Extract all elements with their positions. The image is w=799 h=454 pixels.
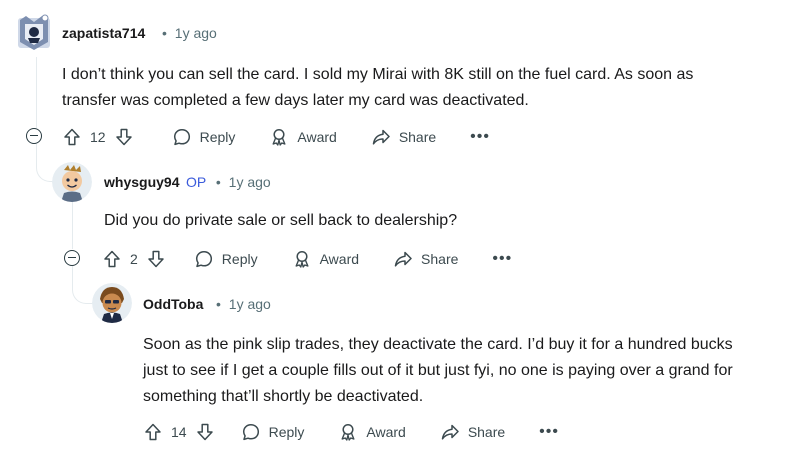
comment-meta: OP • 1y ago xyxy=(186,174,271,190)
award-button[interactable]: Award xyxy=(269,127,337,147)
share-button[interactable]: Share xyxy=(393,249,458,269)
reply-icon xyxy=(241,422,261,442)
comment-meta: • 1y ago xyxy=(216,296,271,312)
comment-line: something that’ll shortly be deactivated… xyxy=(143,388,424,405)
op-badge: OP xyxy=(186,174,206,190)
award-label: Award xyxy=(319,251,360,267)
share-icon xyxy=(371,127,391,147)
more-options-button[interactable]: ••• xyxy=(539,423,559,441)
downvote-icon[interactable] xyxy=(195,422,215,442)
reply-label: Reply xyxy=(221,251,258,267)
downvote-icon[interactable] xyxy=(114,127,134,147)
award-label: Award xyxy=(366,424,406,440)
comment-body: Did you do private sale or sell back to … xyxy=(104,208,457,234)
reply-button[interactable]: Reply xyxy=(241,422,305,442)
reply-label: Reply xyxy=(199,129,236,145)
avatar[interactable] xyxy=(14,12,54,52)
avatar[interactable] xyxy=(92,283,132,323)
thread-line xyxy=(36,57,37,128)
share-label: Share xyxy=(398,129,437,145)
thread-line xyxy=(72,200,73,249)
comment-actions: 12 Reply Award Share ••• xyxy=(62,121,490,153)
vote-score: 2 xyxy=(130,251,138,267)
username[interactable]: OddToba xyxy=(143,296,203,312)
reply-label: Reply xyxy=(268,424,305,440)
share-icon xyxy=(440,422,460,442)
award-icon xyxy=(292,249,312,269)
timestamp[interactable]: 1y ago xyxy=(175,25,217,41)
share-button[interactable]: Share xyxy=(440,422,505,442)
share-button[interactable]: Share xyxy=(371,127,436,147)
comment-line: just to see if I get a couple fills out … xyxy=(143,362,733,379)
avatar[interactable] xyxy=(52,162,92,202)
reply-button[interactable]: Reply xyxy=(194,249,258,269)
comment-actions: 14 Reply Award Share ••• xyxy=(143,416,559,448)
comment-body: I don’t think you can sell the card. I s… xyxy=(62,62,693,114)
award-label: Award xyxy=(297,129,337,145)
comment-line: Did you do private sale or sell back to … xyxy=(104,212,458,229)
username[interactable]: whysguy94 xyxy=(104,174,179,190)
award-button[interactable]: Award xyxy=(292,249,359,269)
vote-score: 14 xyxy=(171,424,187,440)
vote-score: 12 xyxy=(90,129,106,145)
downvote-icon[interactable] xyxy=(146,249,166,269)
more-options-button[interactable]: ••• xyxy=(470,128,490,146)
award-icon xyxy=(338,422,358,442)
upvote-icon[interactable] xyxy=(102,249,122,269)
comment-body: Soon as the pink slip trades, they deact… xyxy=(143,332,733,410)
more-options-button[interactable]: ••• xyxy=(492,250,512,268)
upvote-icon[interactable] xyxy=(143,422,163,442)
timestamp[interactable]: 1y ago xyxy=(229,174,271,190)
separator: • xyxy=(215,174,221,190)
username[interactable]: zapatista714 xyxy=(62,25,145,41)
reply-button[interactable]: Reply xyxy=(172,127,236,147)
reply-icon xyxy=(194,249,214,269)
share-label: Share xyxy=(421,251,459,267)
reply-icon xyxy=(172,127,192,147)
comment-line: I don’t think you can sell the card. I s… xyxy=(62,66,694,83)
comment-meta: • 1y ago xyxy=(162,25,217,41)
award-icon xyxy=(269,127,289,147)
comment-actions: 2 Reply Award Share ••• xyxy=(102,243,512,275)
separator: • xyxy=(162,25,167,41)
collapse-thread-button[interactable] xyxy=(26,128,42,144)
award-button[interactable]: Award xyxy=(338,422,406,442)
separator: • xyxy=(216,296,221,312)
share-icon xyxy=(393,249,413,269)
comment-line: Soon as the pink slip trades, they deact… xyxy=(143,336,733,353)
timestamp[interactable]: 1y ago xyxy=(229,296,271,312)
share-label: Share xyxy=(467,424,506,440)
upvote-icon[interactable] xyxy=(62,127,82,147)
comment-line: transfer was completed a few days later … xyxy=(62,92,529,109)
collapse-thread-button[interactable] xyxy=(64,250,80,266)
